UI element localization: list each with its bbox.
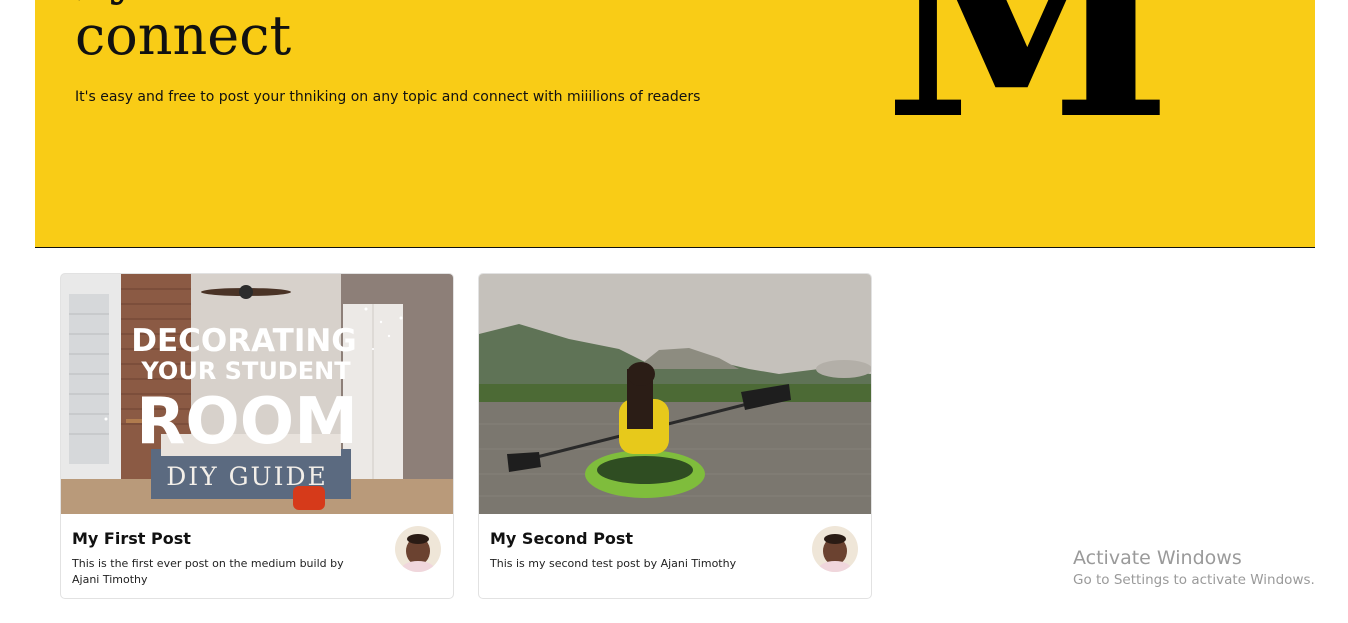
hero-title: connect xyxy=(75,4,292,67)
image-text-line4: DIY GUIDE xyxy=(166,462,328,491)
image-text-line3: ROOM xyxy=(136,385,358,459)
post-card[interactable]: DECORATING YOUR STUDENT ROOM DIY GUIDE M… xyxy=(60,273,454,599)
watermark-title: Activate Windows xyxy=(1073,547,1242,569)
watermark-subtitle: Go to Settings to activate Windows. xyxy=(1073,572,1315,588)
post-card[interactable]: My Second Post This is my second test po… xyxy=(478,273,872,599)
logo-letter: M xyxy=(884,0,1172,117)
image-text-line2: YOUR STUDENT xyxy=(140,357,351,385)
hero-cut-heading: , y xyxy=(75,0,140,2)
post-title[interactable]: My First Post xyxy=(72,529,191,548)
activate-windows-watermark: Activate Windows Go to Settings to activ… xyxy=(1073,546,1315,590)
image-text-line1: DECORATING xyxy=(131,323,357,359)
author-avatar[interactable] xyxy=(812,526,858,572)
post-description: This is my second test post by Ajani Tim… xyxy=(490,557,737,570)
post-title[interactable]: My Second Post xyxy=(490,529,633,548)
hero-subtitle: It's easy and free to post your thniking… xyxy=(75,89,701,105)
author-avatar[interactable] xyxy=(395,526,441,572)
medium-logo: M xyxy=(884,0,1172,117)
hero-banner: , y connect It's easy and free to post y… xyxy=(35,0,1315,248)
post-image-kayak[interactable] xyxy=(479,274,871,514)
post-description: This is the first ever post on the mediu… xyxy=(72,557,344,586)
post-image-student-room[interactable]: DECORATING YOUR STUDENT ROOM DIY GUIDE xyxy=(61,274,453,514)
